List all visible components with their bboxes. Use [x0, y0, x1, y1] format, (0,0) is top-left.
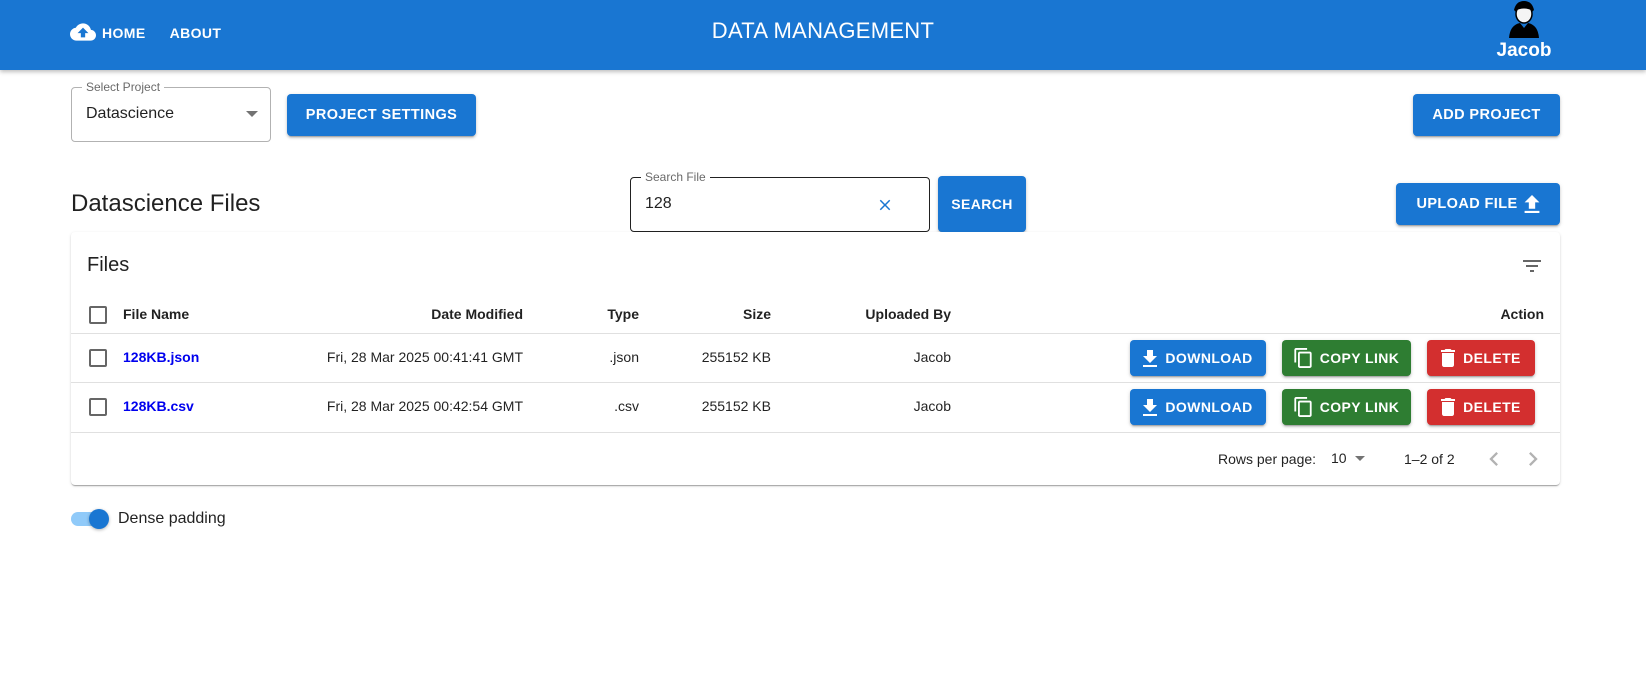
- date-modified-cell: Fri, 28 Mar 2025 00:42:54 GMT: [326, 398, 523, 414]
- copy-link-label: COPY LINK: [1319, 399, 1400, 415]
- project-settings-button[interactable]: PROJECT SETTINGS: [287, 94, 476, 136]
- file-name-link[interactable]: 128KB.json: [123, 349, 199, 365]
- divider: [71, 432, 1560, 433]
- user-avatar-icon: [1506, 0, 1542, 38]
- filter-icon[interactable]: [1520, 254, 1544, 278]
- divider: [71, 333, 1560, 334]
- copy-link-button[interactable]: COPY LINK: [1282, 340, 1411, 376]
- app-bar: HOME ABOUT DATA MANAGEMENT Jacob: [0, 0, 1646, 70]
- header-type[interactable]: Type: [559, 306, 639, 322]
- copy-link-label: COPY LINK: [1319, 350, 1400, 366]
- copy-icon: [1294, 348, 1312, 368]
- project-select[interactable]: Select Project Datascience: [71, 80, 271, 142]
- uploaded-by-cell: Jacob: [913, 349, 951, 365]
- search-button[interactable]: SEARCH: [938, 176, 1026, 232]
- trash-icon: [1441, 349, 1456, 367]
- dense-padding-switch-thumb[interactable]: [89, 509, 109, 529]
- rows-per-page-select[interactable]: 10: [1331, 450, 1365, 466]
- copy-icon: [1294, 397, 1312, 417]
- download-button[interactable]: DOWNLOAD: [1130, 389, 1266, 425]
- delete-button[interactable]: DELETE: [1427, 389, 1535, 425]
- upload-file-button[interactable]: UPLOAD FILE: [1396, 183, 1560, 225]
- row-checkbox[interactable]: [89, 398, 107, 416]
- delete-label: DELETE: [1463, 399, 1521, 415]
- user-menu[interactable]: Jacob: [1494, 0, 1554, 62]
- rows-per-page-label: Rows per page:: [1218, 451, 1317, 467]
- header-date-modified[interactable]: Date Modified: [331, 306, 523, 322]
- upload-icon: [1524, 195, 1539, 213]
- type-cell: .csv: [614, 398, 639, 414]
- type-cell: .json: [609, 349, 639, 365]
- chevron-down-icon: [1354, 455, 1365, 461]
- download-button[interactable]: DOWNLOAD: [1130, 340, 1266, 376]
- row-checkbox[interactable]: [89, 349, 107, 367]
- header-file-name[interactable]: File Name: [123, 306, 189, 322]
- app-title: DATA MANAGEMENT: [711, 18, 935, 43]
- delete-label: DELETE: [1463, 350, 1521, 366]
- header-uploaded-by[interactable]: Uploaded By: [811, 306, 951, 322]
- download-icon: [1143, 398, 1158, 416]
- chevron-right-icon[interactable]: [1528, 452, 1538, 466]
- dense-padding-label: Dense padding: [118, 510, 226, 527]
- header-action: Action: [1500, 306, 1544, 322]
- header-size[interactable]: Size: [671, 306, 771, 322]
- add-project-button[interactable]: ADD PROJECT: [1413, 94, 1560, 136]
- project-select-value: Datascience: [86, 105, 175, 122]
- page-range: 1–2 of 2: [1404, 451, 1455, 467]
- copy-link-button[interactable]: COPY LINK: [1282, 389, 1411, 425]
- download-label: DOWNLOAD: [1165, 350, 1253, 366]
- clear-icon[interactable]: [876, 196, 894, 214]
- upload-file-label: UPLOAD FILE: [1416, 196, 1518, 212]
- chevron-left-icon[interactable]: [1489, 452, 1499, 466]
- size-cell: 255152 KB: [701, 398, 771, 414]
- search-file-field[interactable]: Search File 128: [630, 170, 930, 232]
- project-select-label: Select Project: [82, 80, 165, 94]
- size-cell: 255152 KB: [701, 349, 771, 365]
- uploaded-by-cell: Jacob: [913, 398, 951, 414]
- user-name: Jacob: [1496, 40, 1552, 61]
- download-icon: [1143, 349, 1158, 367]
- search-file-label: Search File: [641, 170, 710, 184]
- date-modified-cell: Fri, 28 Mar 2025 00:41:41 GMT: [326, 349, 523, 365]
- files-table-card: Files File Name Date Modified Type Size …: [71, 232, 1560, 485]
- search-input[interactable]: 128: [645, 195, 672, 213]
- divider: [71, 382, 1560, 383]
- file-name-link[interactable]: 128KB.csv: [123, 398, 194, 414]
- select-all-checkbox[interactable]: [89, 306, 107, 324]
- table-title: Files: [87, 254, 130, 276]
- delete-button[interactable]: DELETE: [1427, 340, 1535, 376]
- download-label: DOWNLOAD: [1165, 399, 1253, 415]
- rows-per-page-value: 10: [1331, 450, 1347, 466]
- files-section-title: Datascience Files: [71, 190, 261, 217]
- chevron-down-icon: [246, 111, 258, 117]
- trash-icon: [1441, 398, 1456, 416]
